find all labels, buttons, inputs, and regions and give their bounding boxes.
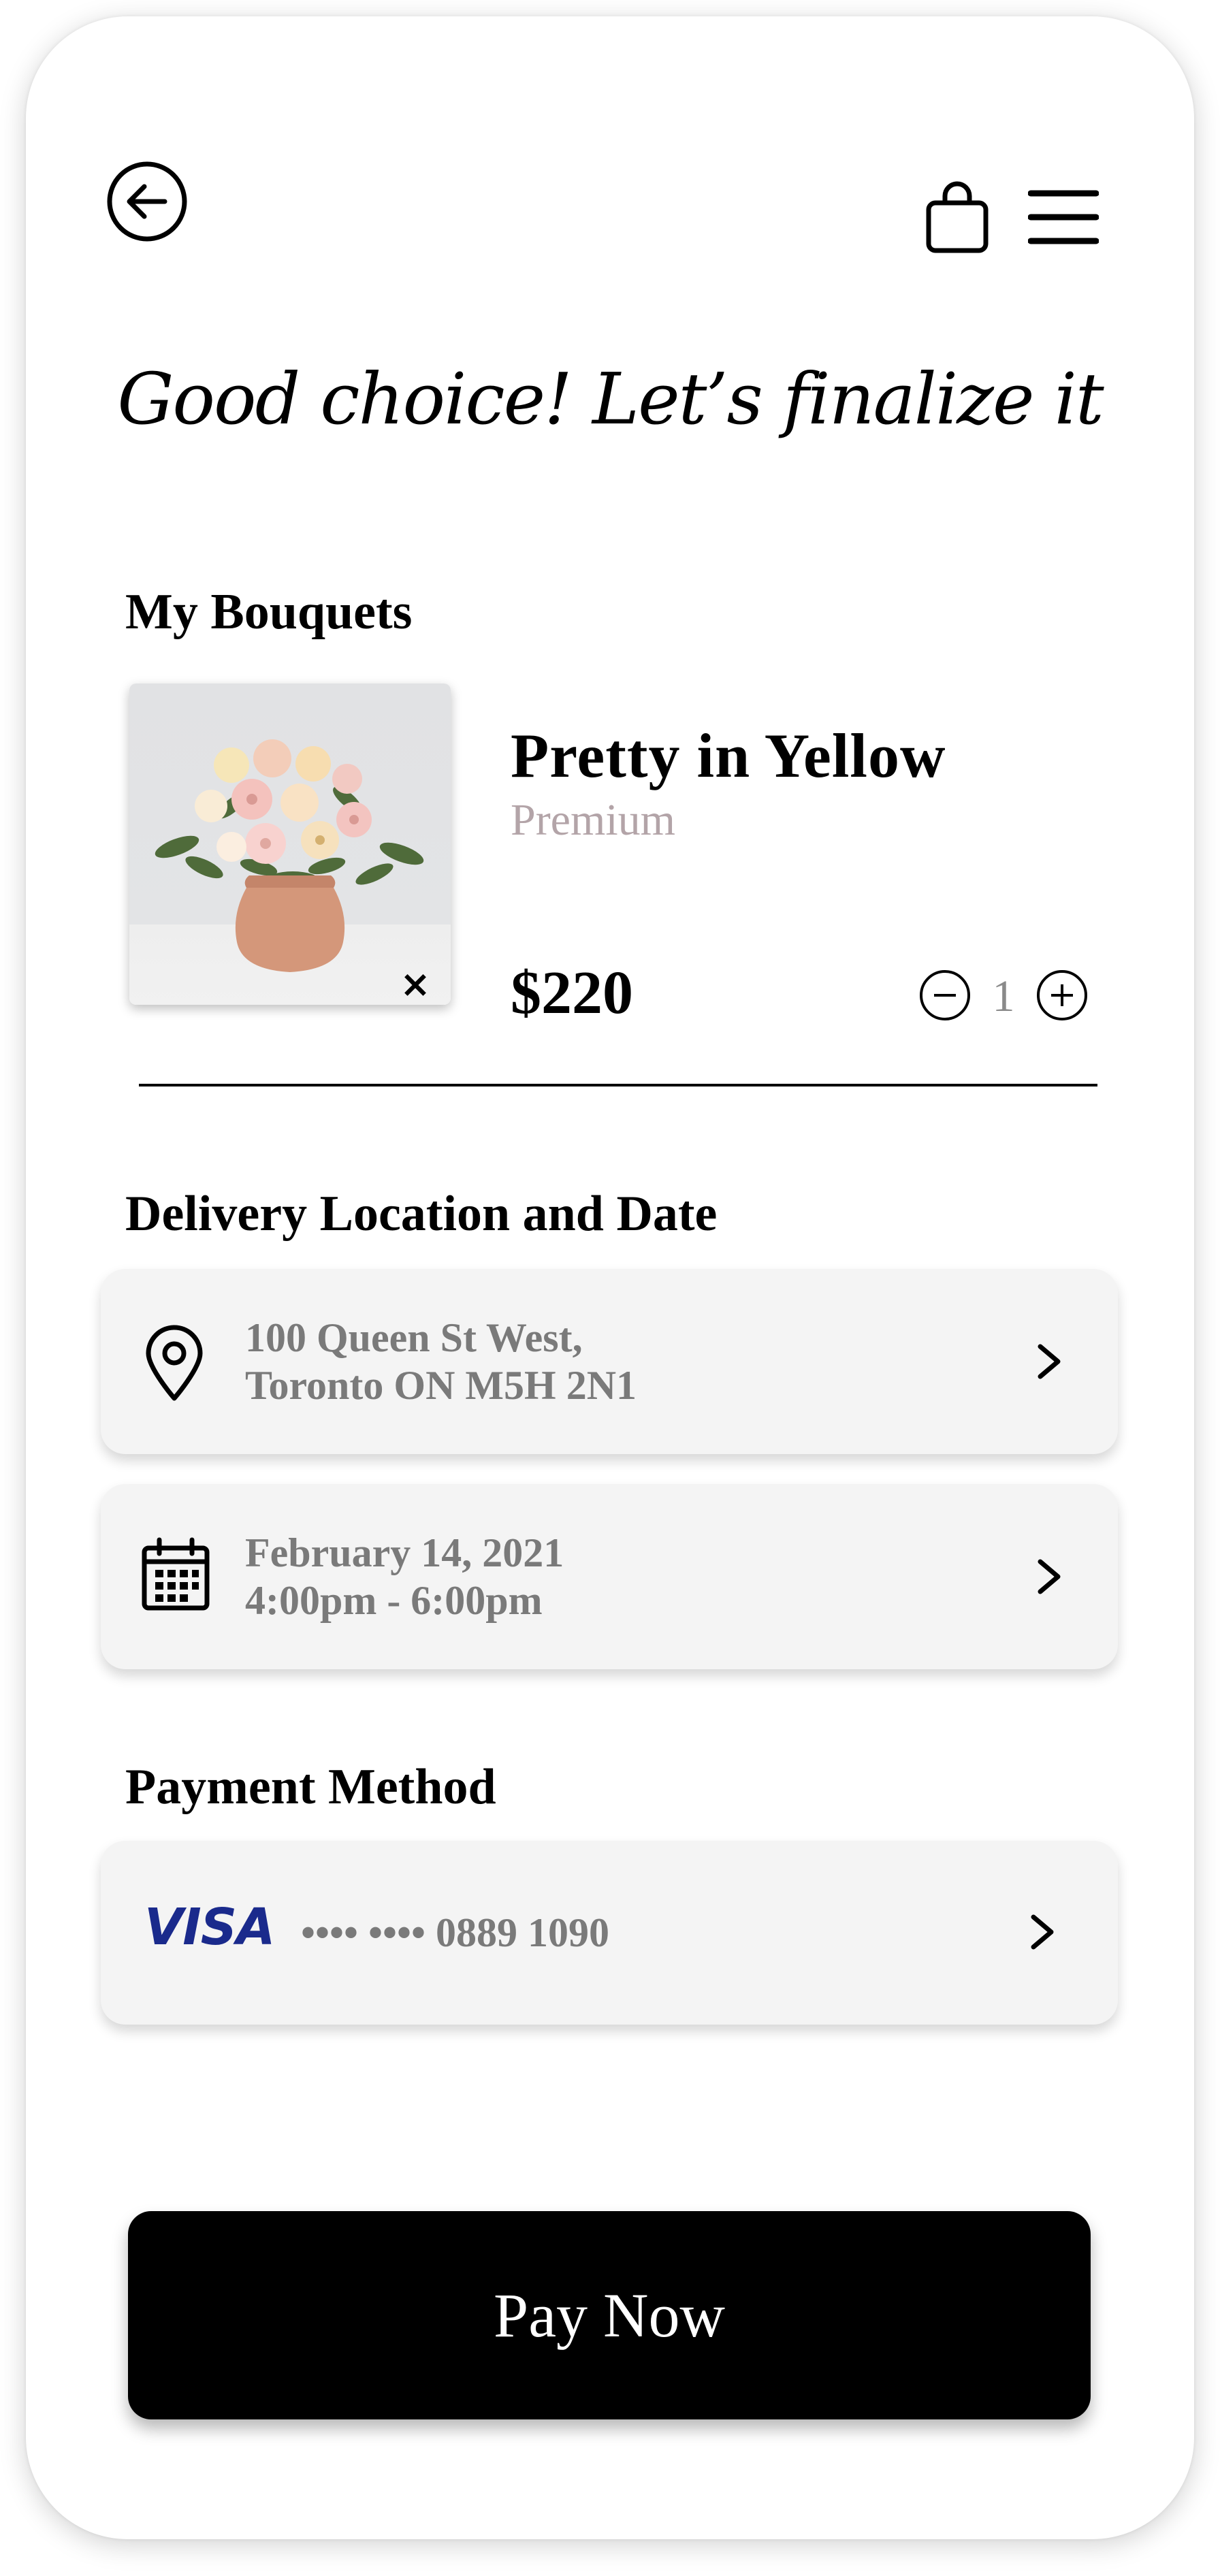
product-name: Pretty in Yellow (511, 721, 946, 790)
plus-circle-icon (1037, 970, 1087, 1020)
page-headline: Good choice! Let’s finalize it (117, 357, 1104, 440)
map-pin-icon (140, 1325, 208, 1402)
back-button[interactable] (105, 159, 189, 244)
quantity-increase-button[interactable] (1035, 968, 1089, 1023)
chevron-right-icon (1027, 1340, 1070, 1383)
delivery-time: 4:00pm - 6:00pm (245, 1578, 543, 1623)
section-divider (139, 1084, 1097, 1086)
visa-logo: VISA (144, 1898, 275, 1957)
minus-circle-icon (920, 970, 970, 1020)
address-line-2: Toronto ON M5H 2N1 (245, 1363, 637, 1408)
phone-screen: Good choice! Let’s finalize it My Bouque… (26, 16, 1194, 2539)
pay-now-button[interactable]: Pay Now (128, 2211, 1091, 2419)
delivery-datetime: February 14, 2021 4:00pm - 6:00pm (245, 1529, 564, 1624)
section-title-delivery: Delivery Location and Date (125, 1186, 718, 1242)
payment-method-card[interactable]: VISA •••• •••• 0889 1090 (101, 1841, 1118, 2025)
shopping-bag-icon (926, 181, 989, 253)
section-title-bouquets: My Bouquets (125, 584, 413, 640)
menu-button[interactable] (1027, 188, 1099, 246)
delivery-date-card[interactable]: February 14, 2021 4:00pm - 6:00pm (101, 1484, 1118, 1669)
product-price: $220 (511, 959, 633, 1027)
delivery-address: 100 Queen St West, Toronto ON M5H 2N1 (245, 1314, 637, 1409)
hamburger-menu-icon (1027, 190, 1099, 244)
calendar-icon (140, 1537, 211, 1612)
address-line-1: 100 Queen St West, (245, 1315, 583, 1360)
flower-vase-photo (155, 739, 424, 972)
bouquet-image (129, 683, 451, 1005)
card-number: •••• •••• 0889 1090 (301, 1910, 610, 1955)
delivery-date: February 14, 2021 (245, 1530, 564, 1575)
product-tier: Premium (511, 795, 675, 845)
chevron-right-icon (1020, 1910, 1063, 1954)
quantity-decrease-button[interactable] (918, 968, 972, 1023)
remove-item-button[interactable]: × (395, 964, 436, 1005)
chevron-right-icon (1027, 1555, 1070, 1598)
delivery-location-card[interactable]: 100 Queen St West, Toronto ON M5H 2N1 (101, 1269, 1118, 1454)
arrow-left-circle-icon (107, 161, 187, 242)
section-title-payment: Payment Method (125, 1759, 496, 1815)
shopping-bag-button[interactable] (923, 180, 991, 255)
quantity-value: 1 (992, 971, 1015, 1021)
